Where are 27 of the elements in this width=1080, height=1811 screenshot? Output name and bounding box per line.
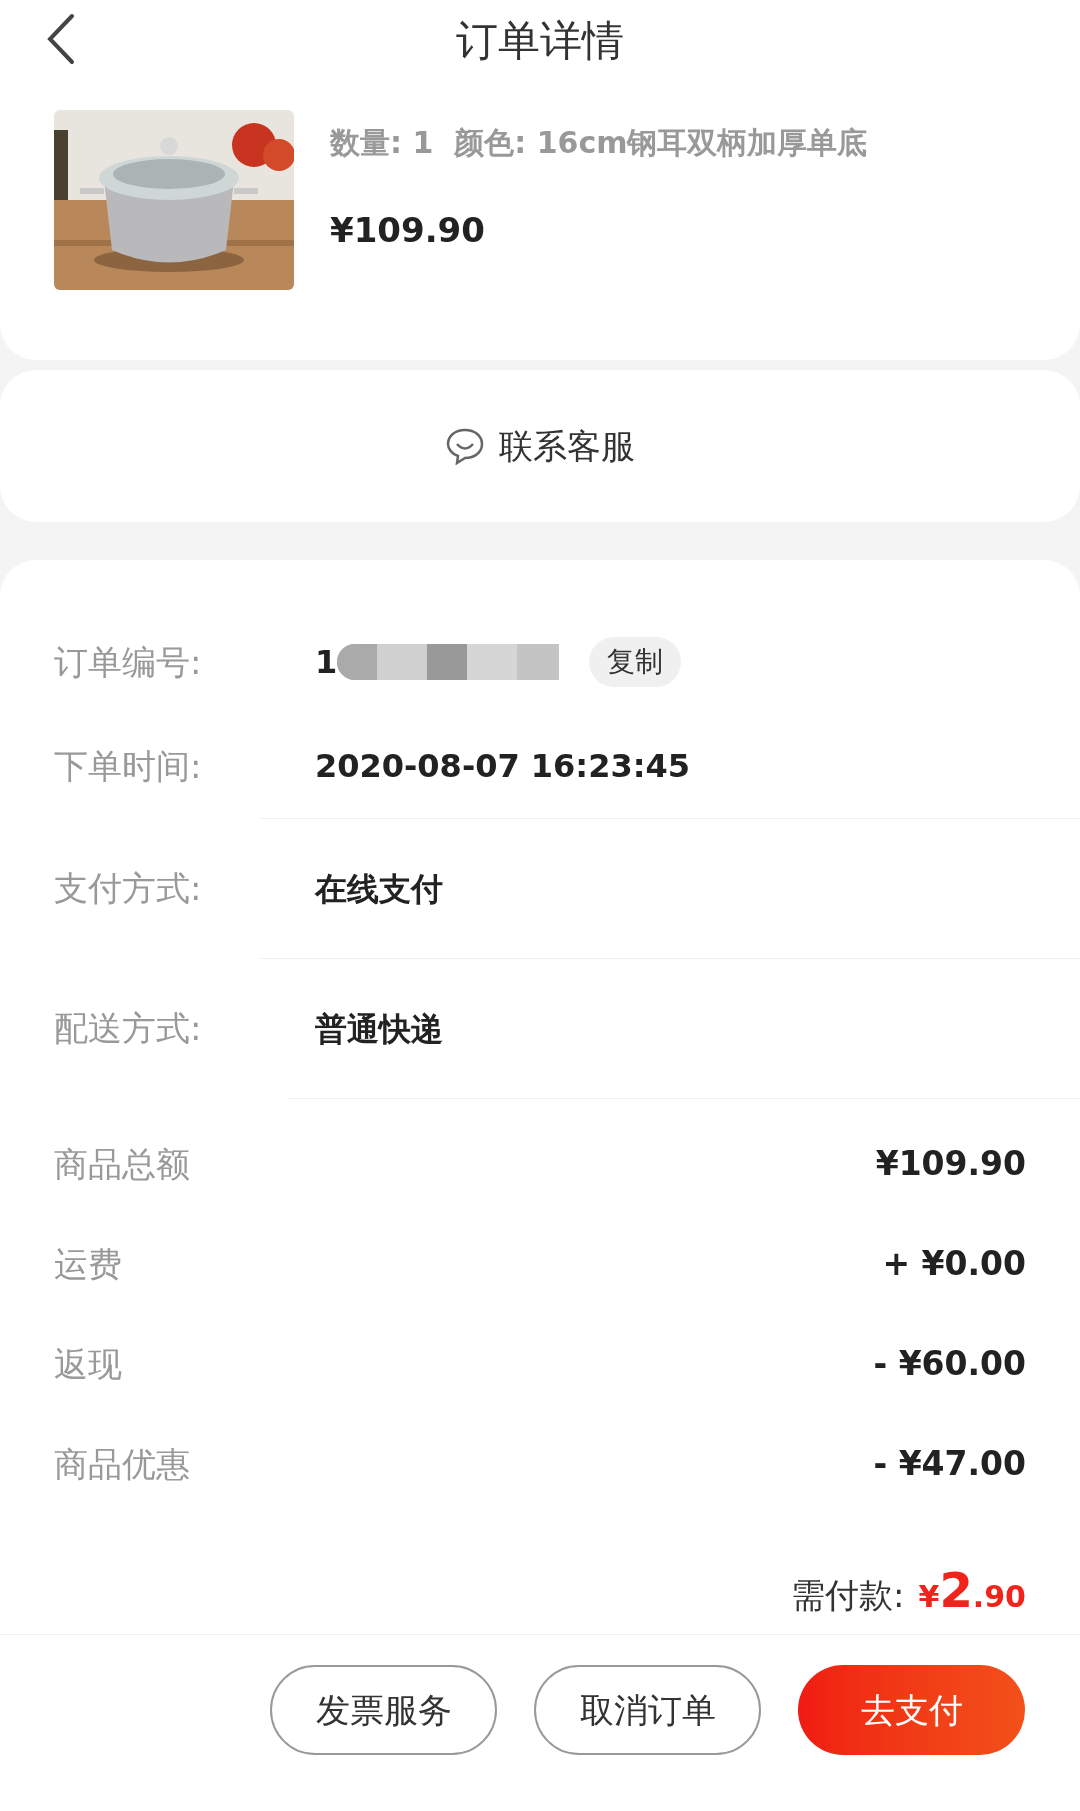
product-price: ¥109.90 xyxy=(330,209,486,252)
summary-label: 商品优惠 xyxy=(54,1442,190,1486)
info-value: 1 xyxy=(315,642,338,683)
info-label: 配送方式: xyxy=(53,1006,203,1050)
summary-value: + ¥0.00 xyxy=(882,1243,1026,1286)
action-button[interactable]: 取消订单 xyxy=(534,1665,761,1755)
action-button[interactable]: 发票服务 xyxy=(270,1665,497,1755)
summary-value: ¥109.90 xyxy=(875,1143,1026,1186)
info-value: 2020-08-07 16:23:45 xyxy=(315,746,690,787)
info-label: 下单时间: xyxy=(53,744,203,788)
copy-button[interactable]: 复制 xyxy=(589,637,682,687)
summary-label: 运费 xyxy=(54,1242,122,1286)
summary-value: - ¥47.00 xyxy=(873,1443,1026,1486)
contact-service-button[interactable]: 联系客服 xyxy=(445,420,635,472)
info-label: 订单编号: xyxy=(53,640,203,684)
info-value: 在线支付 xyxy=(315,868,443,910)
info-value: 普通快递 xyxy=(315,1008,443,1050)
summary-value: - ¥60.00 xyxy=(873,1343,1026,1386)
action-button[interactable]: 去支付 xyxy=(798,1665,1025,1755)
total-amount: ¥2.90 xyxy=(918,1561,1026,1620)
summary-label: 商品总额 xyxy=(54,1142,190,1186)
chat-smile-icon xyxy=(445,427,485,465)
product-spec: 数量: 1 颜色: 16cm钢耳双柄加厚单底 xyxy=(330,124,868,162)
summary-label: 返现 xyxy=(54,1342,122,1386)
total-label: 需付款: xyxy=(791,1574,905,1617)
page-title: 订单详情 xyxy=(456,14,624,67)
info-label: 支付方式: xyxy=(53,866,203,910)
